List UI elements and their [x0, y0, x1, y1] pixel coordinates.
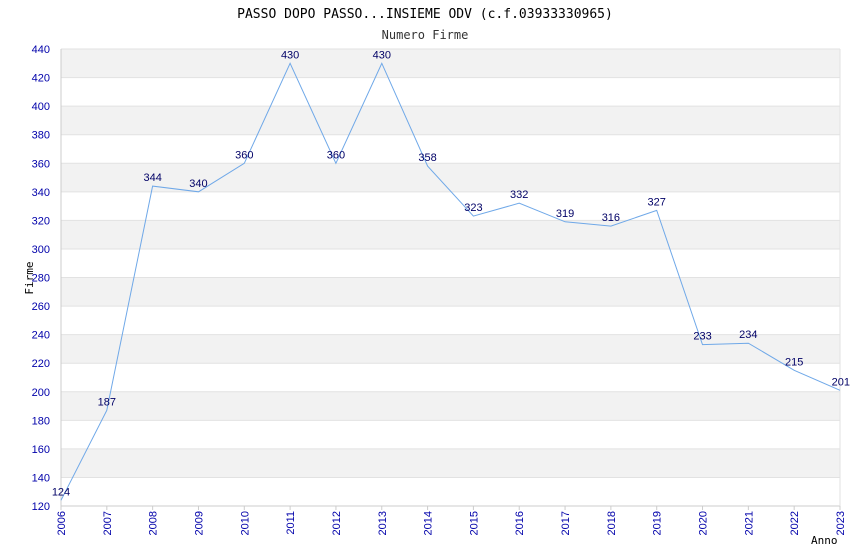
data-label: 327: [648, 196, 666, 208]
x-tick-label: 2008: [148, 511, 160, 535]
x-axis-label: Anno: [811, 534, 838, 547]
data-label: 344: [143, 172, 161, 184]
y-tick-label: 180: [32, 415, 50, 427]
y-tick-label: 400: [32, 101, 50, 113]
data-label: 316: [602, 212, 620, 224]
x-tick-label: 2021: [743, 511, 755, 535]
data-label: 332: [510, 189, 528, 201]
y-tick-label: 360: [32, 158, 50, 170]
y-tick-label: 320: [32, 215, 50, 227]
data-label: 358: [418, 152, 436, 164]
grid-band: [61, 448, 840, 478]
grid-band: [61, 277, 840, 307]
x-tick-label: 2020: [698, 511, 710, 535]
x-tick-label: 2013: [377, 511, 389, 535]
y-tick-label: 200: [32, 387, 50, 399]
grid-band: [61, 106, 840, 135]
grid-band: [61, 334, 840, 364]
x-tick-label: 2023: [835, 511, 847, 535]
x-tick-label: 2018: [606, 511, 618, 535]
y-tick-label: 340: [32, 187, 50, 199]
chart-title: PASSO DOPO PASSO...INSIEME ODV (c.f.0393…: [237, 7, 613, 22]
x-tick-label: 2015: [468, 511, 480, 535]
x-tick-label: 2011: [285, 511, 297, 535]
line-chart: PASSO DOPO PASSO...INSIEME ODV (c.f.0393…: [23, 7, 850, 547]
y-tick-label: 160: [32, 444, 50, 456]
y-axis-label: Firme: [23, 261, 36, 294]
data-label: 233: [693, 331, 711, 343]
grid-band: [61, 49, 840, 78]
data-label: 430: [281, 49, 299, 61]
y-tick-label: 380: [32, 130, 50, 142]
x-tick-label: 2006: [56, 511, 68, 535]
data-label: 323: [464, 202, 482, 214]
plot-bands: [61, 49, 840, 478]
x-tick-label: 2014: [423, 511, 435, 535]
x-tick-label: 2016: [514, 511, 526, 535]
grid-band: [61, 220, 840, 249]
data-label: 234: [739, 329, 757, 341]
chart-subtitle: Numero Firme: [382, 28, 469, 42]
data-label: 360: [235, 149, 253, 161]
data-label: 124: [52, 486, 70, 498]
x-tick-label: 2012: [331, 511, 343, 535]
x-tick-label: 2007: [102, 511, 114, 535]
y-tick-label: 240: [32, 330, 50, 342]
x-tick-label: 2010: [239, 511, 251, 535]
data-label: 187: [98, 396, 116, 408]
y-tick-label: 220: [32, 358, 50, 370]
grid-band: [61, 163, 840, 192]
x-tick-labels: 2006 2007 2008 2009 2010 2011 2012 2013 2014 2015…: [56, 511, 847, 535]
data-label: 215: [785, 356, 803, 368]
y-tick-label: 300: [32, 244, 50, 256]
data-label: 340: [189, 178, 207, 190]
y-tick-label: 260: [32, 301, 50, 313]
y-tick-label: 140: [32, 472, 50, 484]
y-tick-label: 440: [32, 44, 50, 56]
x-tick-label: 2009: [193, 511, 205, 535]
x-tick-label: 2017: [560, 511, 572, 535]
grid-band: [61, 391, 840, 421]
y-tick-label: 420: [32, 73, 50, 85]
x-tick-label: 2022: [789, 511, 801, 535]
x-tick-label: 2019: [652, 511, 664, 535]
y-tick-label: 120: [32, 501, 50, 513]
data-label: 360: [327, 149, 345, 161]
data-label: 201: [832, 376, 850, 388]
data-label: 430: [373, 49, 391, 61]
data-label: 319: [556, 208, 574, 220]
